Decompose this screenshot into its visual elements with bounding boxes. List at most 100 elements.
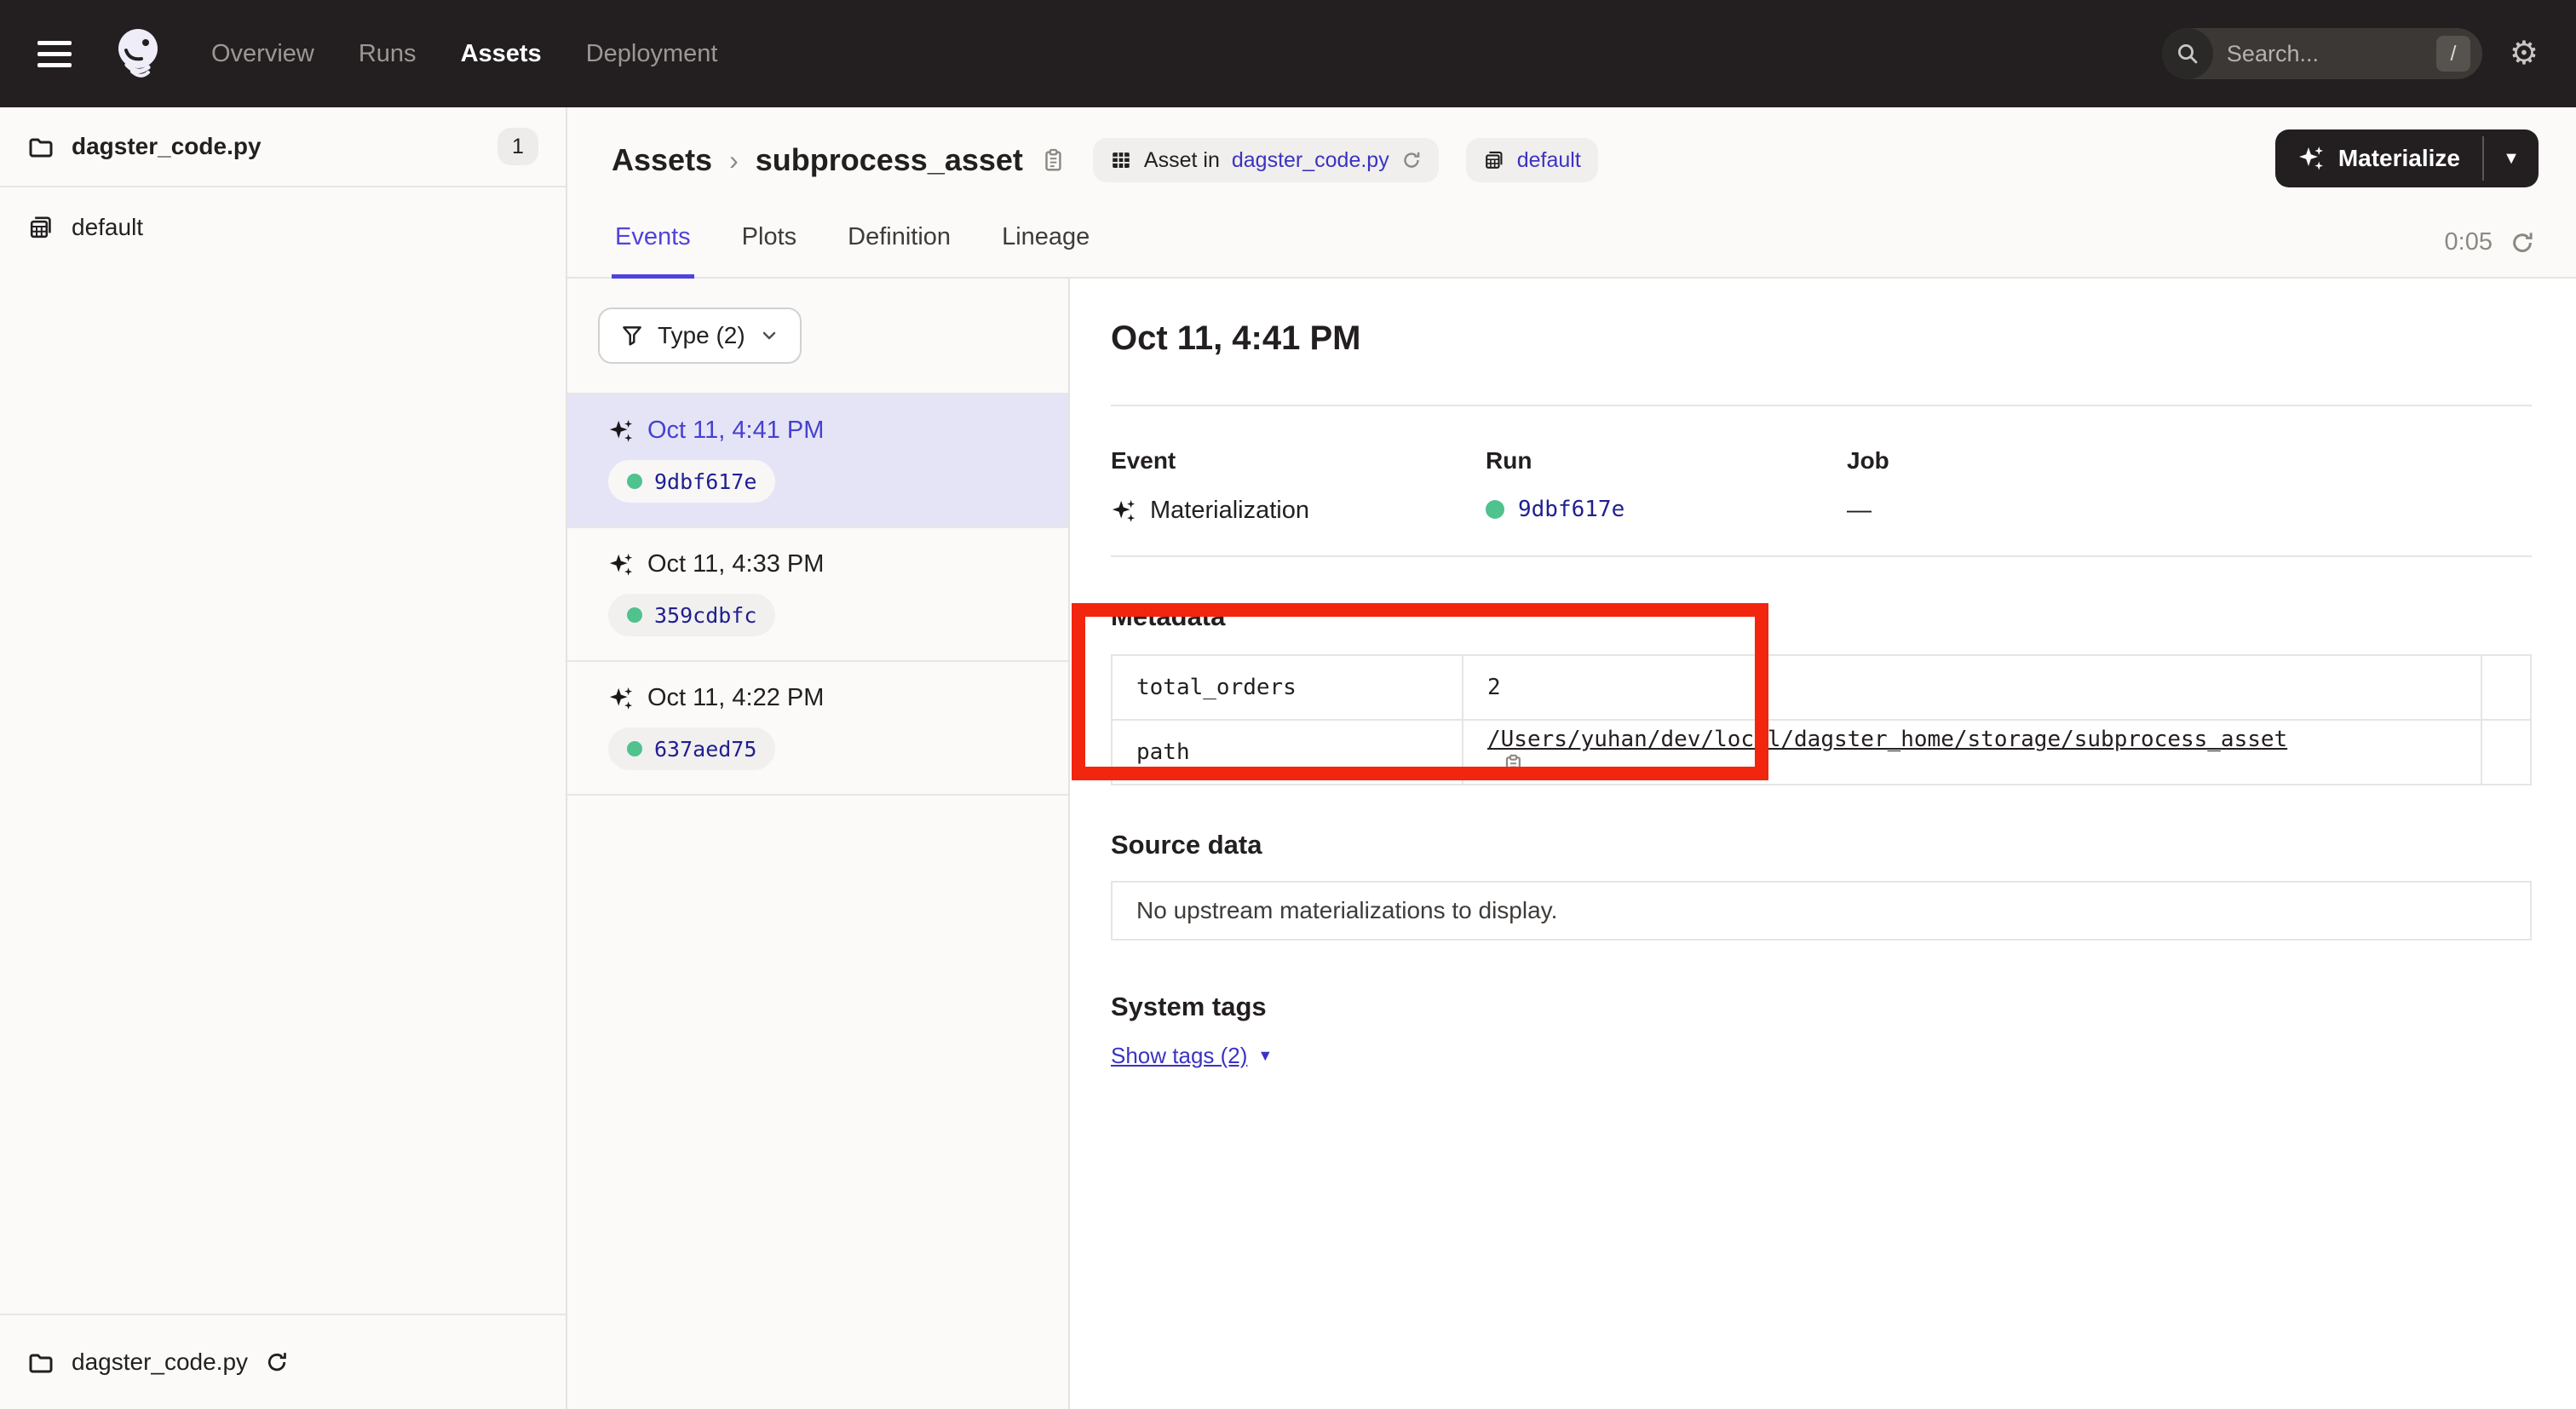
copy-asset-name-icon[interactable] — [1040, 147, 1066, 174]
caret-down-icon: ▼ — [1257, 1047, 1273, 1065]
job-column: Job — — [1847, 447, 2532, 525]
run-id-link[interactable]: 9dbf617e — [1518, 497, 1624, 522]
tab-definition[interactable]: Definition — [844, 210, 954, 277]
event-list-item[interactable]: Oct 11, 4:41 PM 9dbf617e — [567, 393, 1068, 526]
materialize-split-button: Materialize ▼ — [2275, 129, 2539, 187]
settings-gear-icon[interactable]: ⚙ — [2510, 37, 2539, 70]
materialization-sparkle-icon — [608, 552, 634, 578]
event-detail-title: Oct 11, 4:41 PM — [1111, 316, 2532, 360]
run-id: 9dbf617e — [654, 469, 756, 494]
hamburger-menu-icon[interactable] — [37, 41, 72, 67]
folder-icon — [27, 1349, 55, 1376]
reload-definition-icon[interactable] — [1401, 150, 1422, 170]
tab-plots[interactable]: Plots — [739, 210, 800, 277]
asset-page-header: Assets › subprocess_asset Asset in dagst… — [567, 107, 2576, 279]
repository-icon — [1483, 149, 1505, 171]
metadata-extra-cell — [2481, 720, 2531, 785]
job-value: — — [1847, 497, 1872, 525]
metadata-value: 2 — [1463, 655, 2481, 720]
run-id-badge[interactable]: 9dbf617e — [608, 460, 775, 503]
nav-item-assets[interactable]: Assets — [461, 40, 542, 68]
copy-path-icon[interactable] — [1501, 752, 1525, 778]
show-tags-label: Show tags (2) — [1111, 1043, 1247, 1069]
event-list-item[interactable]: Oct 11, 4:22 PM 637aed75 — [567, 660, 1068, 796]
materialization-sparkle-icon — [608, 686, 634, 711]
metadata-row: path /Users/yuhan/dev/local/dagster_home… — [1112, 720, 2531, 785]
tab-events[interactable]: Events — [612, 210, 694, 277]
type-filter-label: Type (2) — [658, 322, 745, 349]
run-success-dot — [1486, 500, 1504, 519]
search-shortcut-key: / — [2436, 36, 2470, 72]
materialization-sparkle-icon — [1111, 498, 1136, 524]
run-id-badge[interactable]: 359cdbfc — [608, 594, 775, 636]
asset-groups-sidebar: dagster_code.py 1 default dagster_code.p… — [0, 107, 567, 1409]
event-list-item[interactable]: Oct 11, 4:33 PM 359cdbfc — [567, 526, 1068, 660]
metadata-key: path — [1112, 720, 1463, 785]
sidebar-footer-code-location[interactable]: dagster_code.py — [0, 1314, 566, 1409]
job-column-label: Job — [1847, 447, 2532, 474]
event-detail-panel: Oct 11, 4:41 PM Event Materialization Ru… — [1070, 279, 2576, 1409]
metadata-heading: Metadata — [1111, 601, 2532, 632]
search-icon — [2162, 28, 2213, 79]
filter-funnel-icon — [620, 324, 644, 348]
path-link[interactable]: /Users/yuhan/dev/local/dagster_home/stor… — [1487, 727, 2287, 752]
repository-icon — [27, 214, 55, 241]
sidebar-item-code-location[interactable]: dagster_code.py 1 — [0, 107, 566, 187]
show-tags-link[interactable]: Show tags (2) ▼ — [1111, 1043, 1273, 1069]
repository-tag[interactable]: default — [1466, 138, 1598, 182]
tab-lineage[interactable]: Lineage — [998, 210, 1093, 277]
source-data-heading: Source data — [1111, 830, 2532, 860]
system-tags-heading: System tags — [1111, 992, 2532, 1022]
main-nav-links: Overview Runs Assets Deployment — [211, 40, 717, 68]
nav-item-deployment[interactable]: Deployment — [586, 40, 718, 68]
metadata-key: total_orders — [1112, 655, 1463, 720]
nav-item-runs[interactable]: Runs — [359, 40, 417, 68]
materialize-dropdown-caret[interactable]: ▼ — [2484, 129, 2539, 187]
event-date: Oct 11, 4:22 PM — [647, 684, 824, 712]
run-success-dot — [627, 607, 642, 623]
metadata-table: total_orders 2 path /Users/yuhan/dev/loc… — [1111, 654, 2532, 785]
sidebar-item-default-group[interactable]: default — [0, 187, 566, 267]
breadcrumb: Assets › subprocess_asset Asset in dagst… — [612, 131, 2539, 189]
divider — [1111, 405, 2532, 406]
table-grid-icon — [1110, 149, 1132, 171]
run-column-label: Run — [1486, 447, 1847, 474]
source-data-empty-text: No upstream materializations to display. — [1136, 897, 1557, 924]
group-label: default — [72, 214, 143, 241]
breadcrumb-assets-link[interactable]: Assets — [612, 142, 712, 178]
asset-count-badge: 1 — [497, 128, 538, 165]
asset-tabs: Events Plots Definition Lineage — [612, 210, 2539, 277]
top-nav: Overview Runs Assets Deployment / ⚙ — [0, 0, 2576, 107]
dagster-app: Overview Runs Assets Deployment / ⚙ dags… — [0, 0, 2576, 1409]
run-success-dot — [627, 474, 642, 489]
folder-icon — [27, 133, 55, 160]
run-success-dot — [627, 741, 642, 756]
materialize-sparkle-icon — [2297, 145, 2325, 172]
breadcrumb-separator: › — [729, 145, 739, 176]
asset-detail-main: Assets › subprocess_asset Asset in dagst… — [567, 107, 2576, 1409]
refresh-icon[interactable] — [2510, 230, 2535, 256]
asset-definition-tag[interactable]: Asset in dagster_code.py — [1093, 138, 1439, 182]
search-input[interactable] — [2213, 41, 2436, 67]
type-filter-button[interactable]: Type (2) — [598, 308, 802, 364]
reload-icon[interactable] — [265, 1350, 289, 1374]
nav-item-overview[interactable]: Overview — [211, 40, 314, 68]
materialize-button[interactable]: Materialize — [2275, 129, 2482, 187]
run-id-badge[interactable]: 637aed75 — [608, 728, 775, 770]
refresh-countdown: 0:05 — [2445, 228, 2493, 256]
asset-tag-prefix: Asset in — [1144, 148, 1220, 173]
asset-tag-code-location-link[interactable]: dagster_code.py — [1232, 148, 1389, 173]
event-type-value: Materialization — [1150, 497, 1309, 525]
event-column: Event Materialization — [1111, 447, 1486, 525]
repository-tag-link[interactable]: default — [1517, 148, 1581, 173]
global-search[interactable]: / — [2162, 28, 2482, 79]
refresh-timer: 0:05 — [2445, 228, 2535, 256]
dagster-logo-icon[interactable] — [109, 25, 167, 83]
code-location-label: dagster_code.py — [72, 133, 262, 160]
chevron-down-icon — [759, 325, 779, 346]
materialization-sparkle-icon — [608, 418, 634, 444]
run-id: 637aed75 — [654, 737, 756, 762]
run-id: 359cdbfc — [654, 603, 756, 628]
event-column-label: Event — [1111, 447, 1486, 474]
event-date: Oct 11, 4:41 PM — [647, 417, 824, 445]
